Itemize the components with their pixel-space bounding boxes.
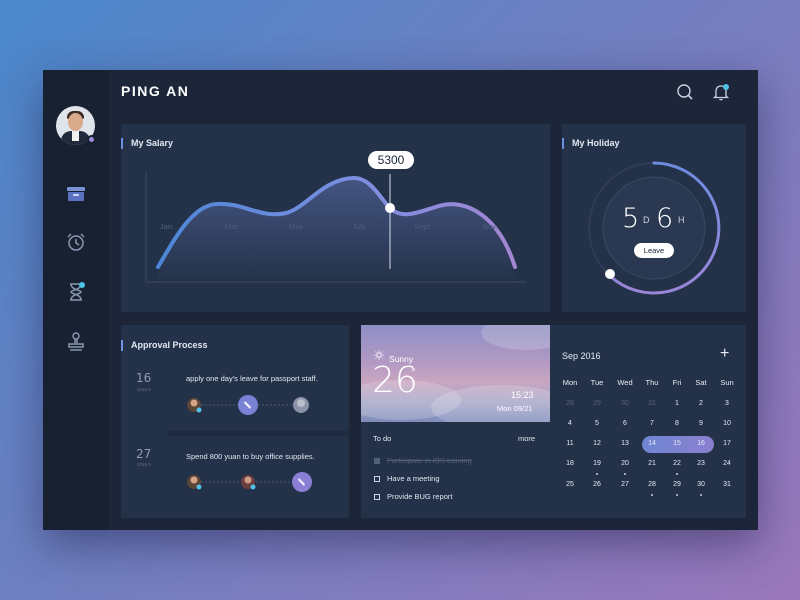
calendar-day[interactable]: 25 [558,481,582,488]
todo-item-text: Participate in iOS training [387,456,472,465]
holiday-day-unit: D [643,215,650,225]
weather-degree: ° [411,365,416,379]
calendar-weekday: Wed [617,378,633,387]
calendar-day[interactable]: 4 [558,420,582,427]
sun-icon [374,350,384,360]
ring-inner [602,176,706,280]
calendar-day[interactable]: 29 [585,400,609,407]
calendar-day[interactable]: 28 [558,400,582,407]
calendar-day[interactable]: 28 [640,481,664,496]
holiday-ring [588,161,721,295]
calendar-day[interactable]: 3 [715,400,739,407]
approval-title: Approval Process [121,340,208,351]
calendar-add-button[interactable]: + [720,346,729,362]
calendar-day[interactable]: 13 [613,440,637,447]
top-bar: PING AN [109,70,758,113]
calendar-day[interactable]: 20 [613,460,637,475]
calendar-day[interactable]: 1 [665,400,689,407]
calendar-day[interactable]: 18 [558,460,582,467]
hourglass-icon[interactable] [65,281,87,303]
approval-date-year: 2016.9 [137,462,151,467]
calendar-day[interactable]: 5 [585,420,609,427]
calendar-day[interactable]: 16 [689,440,713,447]
holiday-hour-unit: H [678,215,685,225]
calendar-day[interactable]: 29 [665,481,689,496]
calendar-day[interactable]: 14 [640,440,664,447]
calendar-day[interactable]: 30 [689,481,713,496]
todo-item[interactable]: Provide BUG report [374,492,452,501]
month-label: Mar. [224,222,240,231]
hover-point[interactable] [385,203,395,213]
calendar-day[interactable]: 22 [665,460,689,475]
calendar-day[interactable]: 19 [585,460,609,475]
approval-flow-1 [187,395,309,415]
weather-time: 15:23 [511,390,534,400]
todo-checkbox[interactable] [374,475,380,482]
avatar-shirt [72,131,79,141]
calendar-day[interactable]: 2 [689,400,713,407]
calendar-weekday: Thu [645,378,659,387]
month-label: July [352,222,366,231]
holiday-days: 5 [622,203,640,234]
approval-flow-2 [187,472,312,492]
salary-area [158,177,515,282]
calendar-weekday: Sun [720,378,734,387]
calendar-day[interactable]: 31 [640,400,664,407]
calendar-day[interactable]: 21 [640,460,664,467]
calendar-day[interactable]: 6 [613,420,637,427]
salary-tooltip: 5300 [368,151,414,169]
salary-chart[interactable] [121,124,550,312]
search-icon[interactable] [675,82,695,102]
month-label: Jan. [159,222,175,231]
todo-item-text: Provide BUG report [387,492,453,501]
approval-text: Spend 800 yuan to buy office supplies. [186,452,315,461]
holiday-hours: 6 [656,203,674,234]
todo-title: To do [373,434,392,443]
month-label: Sept. [414,222,432,231]
ring-handle[interactable] [605,269,615,279]
notification-badge [723,84,729,90]
avatar-head [68,113,83,131]
calendar-weekday: Fri [672,378,682,387]
calendar-day[interactable]: 17 [715,440,739,447]
month-label: Nov. [482,222,498,231]
calendar-day[interactable]: 7 [640,420,664,427]
todo-item[interactable]: Have a meeting [374,474,440,483]
calendar-month-label: Sep 2016 [562,351,601,361]
calendar-day[interactable]: 24 [715,460,739,467]
calendar-weekday: Sat [695,378,707,387]
approval-date-day: 16 [136,371,152,385]
todo-checkbox[interactable] [374,493,380,500]
online-status-dot [87,135,96,144]
leave-button[interactable]: Leave [634,243,674,258]
month-label: May [288,222,304,231]
calendar-day[interactable]: 9 [689,420,713,427]
calendar-day[interactable]: 23 [689,460,713,467]
approval-text: apply one day's leave for passport staff… [186,374,318,383]
calendar-day[interactable]: 8 [665,420,689,427]
calendar-day[interactable]: 26 [585,481,609,488]
calendar-day[interactable]: 10 [715,420,739,427]
archive-icon[interactable] [65,183,87,205]
calendar-day[interactable]: 31 [715,481,739,488]
approval-date-day: 27 [136,447,152,461]
sidebar [43,70,109,530]
todo-more-link[interactable]: more [518,434,535,443]
stamp-icon[interactable] [65,331,87,353]
approval-date-year: 2016.9 [137,387,151,392]
todo-checkbox[interactable] [374,457,380,464]
todo-item-text: Have a meeting [387,474,440,483]
approval-divider [168,431,349,436]
calendar-day[interactable]: 30 [613,400,637,407]
brand-logo: PING AN [121,83,190,99]
alarm-clock-icon[interactable] [65,231,87,253]
calendar-weekday: Mon [562,378,578,387]
calendar-day[interactable]: 15 [665,440,689,447]
calendar-day[interactable]: 11 [558,440,582,447]
todo-item[interactable]: Participate in iOS training [374,456,472,465]
calendar-day[interactable]: 12 [585,440,609,447]
weather-date: Mon 09/21 [497,404,533,413]
calendar-weekday: Tue [590,378,604,387]
calendar-day[interactable]: 27 [613,481,637,488]
